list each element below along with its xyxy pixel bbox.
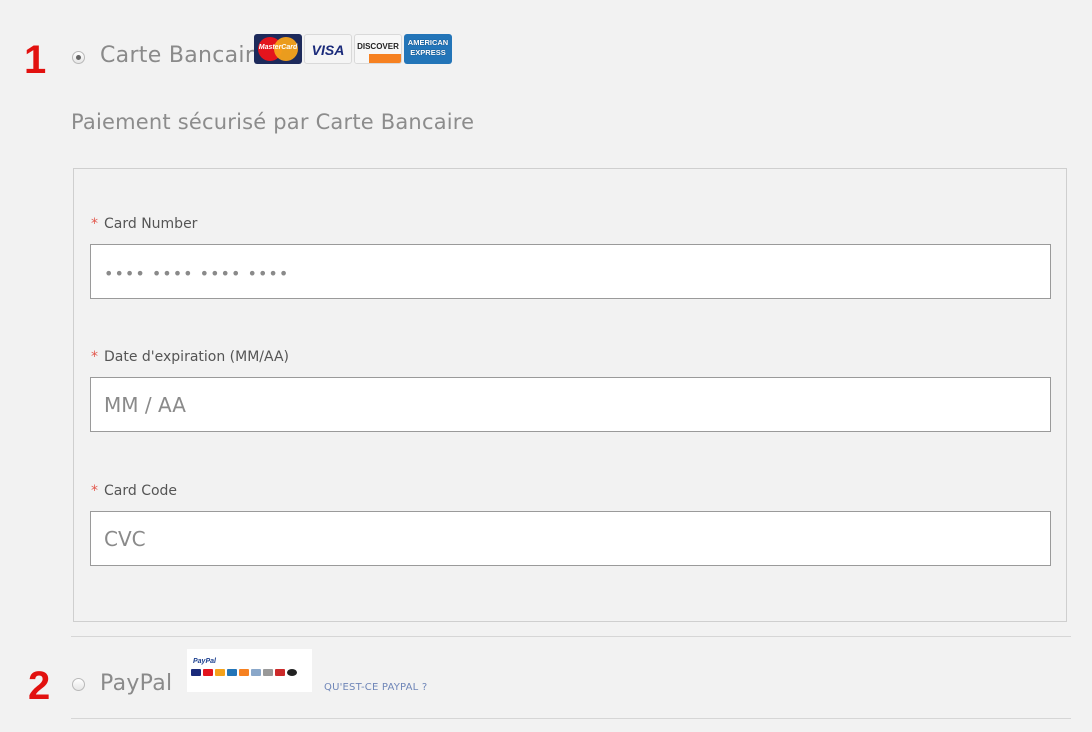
paypal-payment-radio[interactable] (72, 678, 85, 691)
expiry-date-label: * Date d'expiration (MM/AA) (91, 349, 289, 365)
card-code-label-text: Card Code (104, 483, 178, 499)
card-code-label: * Card Code (91, 483, 177, 499)
what-is-paypal-link[interactable]: QU'EST-CE PAYPAL ? (324, 682, 427, 693)
expiry-date-input[interactable] (90, 377, 1051, 432)
discover-logo-text: DISCOVER (357, 42, 399, 51)
card-brand-logos: MasterCard VISA DISCOVER AMERICAN EXPRES… (254, 34, 452, 65)
card-payment-radio[interactable] (72, 51, 85, 64)
amex-logo-icon: AMERICAN EXPRESS (404, 34, 452, 64)
amex-logo-text-line2: EXPRESS (410, 48, 446, 57)
bottom-divider (71, 718, 1071, 719)
required-mark: * (91, 483, 98, 499)
paypal-acceptance-logo-icon: PayPal (187, 649, 312, 692)
card-payment-subtitle: Paiement sécurisé par Carte Bancaire (71, 110, 475, 134)
visa-logo-text: VISA (311, 42, 345, 58)
card-number-label: * Card Number (91, 216, 197, 232)
step-number-2: 2 (28, 664, 51, 708)
expiry-date-label-text: Date d'expiration (MM/AA) (104, 349, 290, 365)
discover-logo-icon: DISCOVER (354, 34, 402, 64)
step-number-1: 1 (24, 38, 47, 82)
paypal-payment-label[interactable]: PayPal (100, 673, 172, 695)
section-divider (71, 636, 1071, 637)
card-code-input[interactable] (90, 511, 1051, 566)
payment-method-page: 1 Carte Bancaire MasterCard VISA DISCOVE… (0, 0, 1092, 732)
card-number-label-text: Card Number (104, 216, 198, 232)
mastercard-logo-icon: MasterCard (254, 34, 302, 64)
mastercard-logo-text: MasterCard (258, 44, 298, 51)
required-mark: * (91, 349, 98, 365)
paypal-card-marks (191, 669, 297, 676)
card-number-input[interactable] (90, 244, 1051, 299)
required-mark: * (91, 216, 98, 232)
amex-logo-text-line1: AMERICAN (407, 38, 449, 47)
visa-logo-icon: VISA (304, 34, 352, 64)
card-payment-label[interactable]: Carte Bancaire (100, 45, 268, 67)
paypal-logo-text: PayPal (193, 658, 216, 665)
